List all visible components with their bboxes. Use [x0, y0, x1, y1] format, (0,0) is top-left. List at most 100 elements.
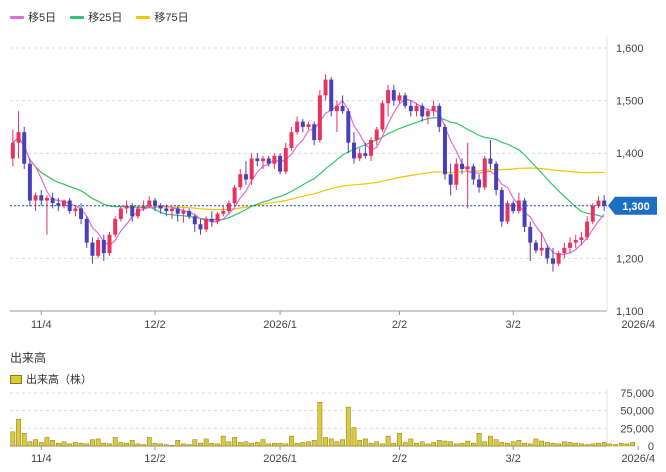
legend-ma75-label: 移75日 — [154, 12, 189, 24]
volume-bar — [209, 442, 215, 447]
volume-bar — [141, 444, 146, 447]
current-price-label: 1,300 — [622, 201, 650, 213]
volume-bar — [357, 440, 363, 447]
volume-bar — [488, 435, 493, 447]
volume-bar — [61, 441, 67, 447]
candle-body — [243, 174, 248, 180]
volume-bar — [527, 443, 533, 447]
candle-body — [204, 218, 209, 230]
volume-bar — [10, 431, 16, 447]
volume-bar — [16, 418, 21, 447]
volume-bar — [323, 437, 328, 447]
volume-bar — [402, 442, 408, 447]
candle-body — [403, 95, 408, 106]
candle-body — [130, 205, 135, 217]
candle-body — [255, 158, 260, 162]
volume-x-tick-label: 2026/4 — [621, 453, 655, 465]
volume-tick-label: 25,000 — [620, 423, 654, 435]
price-axis: 1,1001,2001,3001,4001,5001,600 — [616, 43, 644, 318]
volume-bar — [408, 438, 414, 447]
ma25-swatch-icon — [70, 15, 85, 19]
volume-bar — [590, 443, 596, 447]
volume-bar — [544, 442, 550, 447]
candle-body — [101, 239, 106, 254]
candle-body — [62, 200, 67, 206]
volume-bar — [112, 437, 118, 447]
legend-ma5-label: 移5日 — [28, 12, 57, 24]
volume-bar — [158, 443, 164, 447]
volume-panel-title: 出来高 — [10, 351, 47, 365]
legend-ma5[interactable]: 移5日 — [10, 9, 56, 25]
candle-body — [528, 226, 533, 243]
candle-body — [477, 179, 482, 188]
candle-body — [278, 155, 283, 172]
volume-bar — [78, 442, 84, 447]
price-tick-label: 1,200 — [616, 253, 644, 265]
candle-body — [118, 208, 123, 219]
candle-body — [147, 200, 152, 206]
volume-bar — [73, 442, 78, 447]
candle-body — [329, 79, 334, 112]
candle-body — [460, 163, 465, 169]
volume-bar — [351, 427, 357, 447]
x-axis: 11/4 12/2 2026/1 2/2 3/2 2026/4 — [31, 311, 655, 331]
ma5-swatch-icon — [10, 15, 24, 19]
volume-bar — [539, 440, 544, 447]
volume-bar — [596, 442, 601, 447]
candle-body — [289, 132, 294, 148]
candle-body — [346, 111, 351, 143]
legend-volume[interactable]: 出来高（株） — [10, 371, 92, 387]
volume-bars — [10, 401, 635, 447]
candle-body — [374, 129, 379, 141]
legend-ma25[interactable]: 移25日 — [70, 9, 122, 25]
volume-tick-label: 0 — [648, 441, 654, 453]
legend-ma25-label: 移25日 — [88, 12, 123, 24]
candle-body — [16, 132, 21, 143]
volume-bar — [175, 440, 181, 447]
volume-bar — [215, 443, 220, 447]
candle-body — [22, 132, 27, 164]
candle-body — [50, 197, 55, 204]
price-grid — [10, 36, 608, 312]
volume-bar — [311, 440, 317, 447]
volume-bar — [129, 440, 135, 447]
candle-body — [135, 208, 140, 217]
price-tick-label: 1,400 — [616, 148, 644, 160]
volume-x-tick-label: 3/2 — [506, 453, 521, 465]
volume-bar — [192, 439, 198, 447]
ma-legend: 移5日 移25日 移75日 — [10, 9, 189, 25]
candle-body — [573, 239, 578, 243]
x-tick-label: 11/4 — [31, 319, 52, 331]
candle-body — [357, 153, 362, 159]
volume-bar — [118, 442, 124, 447]
volume-bar — [345, 406, 351, 447]
candle-body — [73, 208, 78, 212]
volume-bar — [260, 439, 266, 447]
legend-ma75[interactable]: 移75日 — [136, 9, 189, 25]
candle-body — [27, 163, 32, 201]
price-tick-label: 1,500 — [616, 96, 644, 108]
volume-bar — [317, 401, 323, 447]
candle-body — [488, 158, 493, 164]
volume-tick-label: 75,000 — [620, 388, 654, 400]
candle-body — [391, 90, 396, 101]
volume-bar — [579, 443, 584, 447]
volume-swatch-icon — [10, 374, 22, 384]
volume-x-tick-label: 11/4 — [31, 453, 52, 465]
candle-body — [522, 200, 527, 227]
volume-bar — [607, 443, 613, 447]
volume-bar — [368, 442, 374, 447]
candle-body — [175, 208, 180, 214]
candle-body — [579, 237, 584, 240]
volume-bar — [95, 438, 101, 447]
volume-bar — [27, 441, 33, 447]
volume-bar — [533, 438, 539, 447]
current-price-marker: 1,300 — [10, 196, 657, 215]
candle-body — [539, 247, 544, 251]
volume-bar — [613, 444, 618, 447]
volume-bar — [510, 441, 516, 447]
candle-body — [414, 105, 419, 112]
candle-body — [397, 95, 402, 101]
volume-bar — [425, 443, 431, 447]
volume-bar — [50, 440, 56, 447]
